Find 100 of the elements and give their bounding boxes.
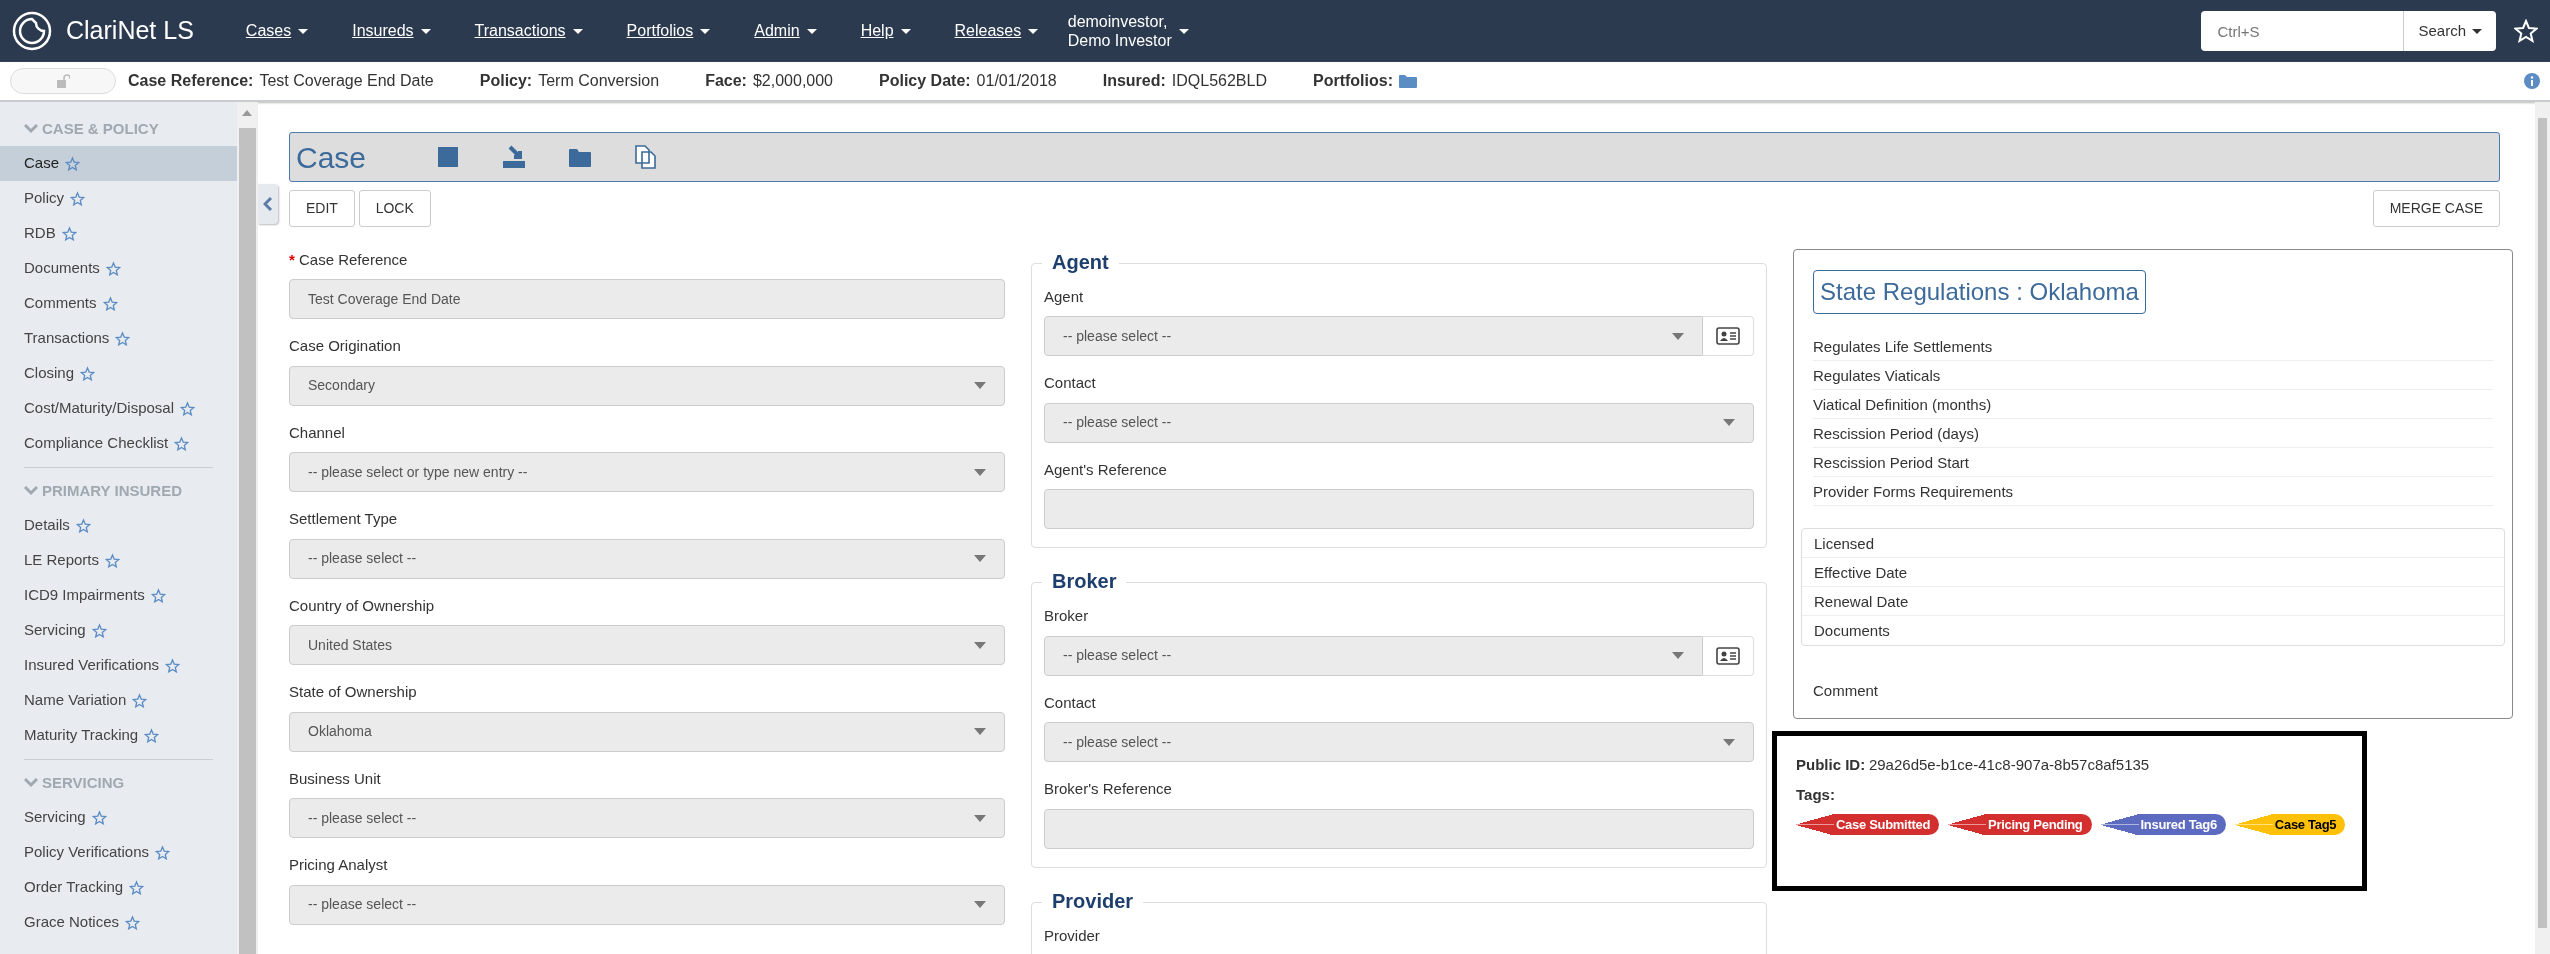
user-menu[interactable]: demoinvestor, Demo Investor — [1067, 11, 1190, 51]
field-label: Pricing Analyst — [289, 855, 389, 875]
star-icon[interactable] — [70, 191, 85, 206]
star-icon[interactable] — [180, 401, 196, 416]
regulation-label: Rescission Period (days) — [1813, 418, 2493, 448]
sidebar-item[interactable]: Transactions — [0, 321, 237, 356]
star-icon[interactable] — [102, 296, 118, 311]
select-field[interactable]: -- please select -- — [289, 798, 1005, 838]
sidebar-item[interactable]: ICD9 Impairments — [0, 578, 237, 613]
chevron-down-icon[interactable] — [24, 486, 38, 496]
star-icon[interactable] — [165, 658, 181, 673]
tag[interactable]: Insured Tag6 — [2100, 814, 2226, 835]
select-field[interactable]: Oklahoma — [289, 711, 1005, 752]
caret-icon — [572, 28, 583, 34]
collapse-sidebar-button[interactable] — [258, 184, 278, 224]
field-label: State of Ownership — [289, 682, 418, 702]
info-label: Face: — [705, 71, 747, 91]
scroll-up-icon[interactable] — [242, 110, 252, 116]
select-field[interactable]: -- please select -- — [1044, 316, 1704, 356]
select-field[interactable]: -- please select -- — [1044, 635, 1704, 676]
sidebar-item[interactable]: Policy — [0, 181, 237, 216]
menu-item[interactable]: Admin — [732, 19, 839, 43]
sidebar-item[interactable]: Closing — [0, 356, 237, 391]
sidebar-item[interactable]: Maturity Tracking — [0, 718, 237, 753]
sidebar-item[interactable]: Comments — [0, 286, 237, 321]
star-icon[interactable] — [132, 693, 148, 708]
star-icon[interactable] — [80, 366, 96, 381]
sidebar-item[interactable]: Case — [0, 146, 237, 181]
star-icon[interactable] — [150, 588, 166, 603]
select-field[interactable]: -- please select -- — [289, 884, 1005, 925]
folder-icon[interactable] — [1399, 74, 1417, 88]
dropdown-arrow-icon — [974, 901, 986, 908]
sidebar-item[interactable]: Details — [0, 508, 237, 543]
download-icon[interactable] — [502, 145, 526, 169]
star-icon[interactable] — [115, 331, 131, 346]
sidebar-item[interactable]: Servicing — [0, 613, 237, 648]
sidebar-item[interactable]: Compliance Checklist — [0, 426, 237, 461]
contact-card-icon[interactable] — [1716, 326, 1741, 346]
scrollbar[interactable] — [2535, 102, 2550, 954]
star-icon[interactable] — [61, 226, 77, 241]
star-icon[interactable] — [91, 810, 107, 825]
text-field[interactable] — [1044, 489, 1754, 529]
lookup-button[interactable] — [1703, 635, 1754, 676]
info-label: Insured: — [1102, 71, 1166, 91]
action-button[interactable]: EDIT — [289, 189, 355, 227]
menu-item[interactable]: Cases — [223, 19, 331, 43]
sidebar-item[interactable]: Order Tracking — [0, 870, 237, 905]
chevron-down-icon[interactable] — [24, 124, 38, 134]
sidebar-item[interactable]: LE Reports — [0, 543, 237, 578]
star-icon[interactable] — [105, 553, 121, 568]
sidebar-item[interactable]: Servicing — [0, 800, 237, 835]
tag[interactable]: Case Submitted — [1796, 814, 1940, 835]
unlock-icon[interactable] — [56, 74, 70, 88]
field-label: Case Origination — [289, 336, 402, 356]
menu-item[interactable]: Insureds — [330, 19, 453, 43]
select-field[interactable]: Secondary — [289, 365, 1005, 406]
action-button[interactable]: LOCK — [358, 189, 431, 227]
sidebar-item[interactable]: Insured Verifications — [0, 648, 237, 683]
menu-item[interactable]: Releases — [932, 19, 1061, 43]
select-field[interactable]: -- please select or type new entry -- — [289, 452, 1005, 492]
sidebar-item[interactable]: RDB — [0, 216, 237, 251]
merge-button[interactable]: MERGE CASE — [2372, 189, 2500, 227]
sidebar-item[interactable]: Name Variation — [0, 683, 237, 718]
star-icon[interactable] — [105, 261, 121, 276]
star-icon[interactable] — [129, 880, 145, 895]
menu-item[interactable]: Transactions — [452, 19, 605, 43]
star-icon[interactable] — [144, 728, 160, 743]
select-field[interactable]: -- please select -- — [289, 538, 1005, 579]
text-field[interactable]: Test Coverage End Date — [289, 279, 1005, 319]
chevron-down-icon[interactable] — [24, 778, 38, 788]
chevron-left-icon[interactable] — [263, 197, 273, 211]
square-icon[interactable] — [436, 145, 460, 169]
select-field[interactable]: -- please select -- — [1044, 722, 1754, 762]
star-icon[interactable] — [75, 518, 91, 533]
scrollbar[interactable] — [237, 102, 258, 954]
tag[interactable]: Case Tag5 — [2234, 814, 2346, 835]
sidebar-item[interactable]: Documents — [0, 251, 237, 286]
contact-card-icon[interactable] — [1716, 645, 1741, 666]
menu-item[interactable]: Portfolios — [604, 19, 733, 43]
select-field[interactable]: United States — [289, 625, 1005, 665]
star-icon[interactable] — [155, 845, 171, 860]
select-field[interactable]: -- please select -- — [1044, 402, 1754, 443]
tag[interactable]: Pricing Pending — [1948, 814, 2092, 835]
sidebar-item[interactable]: Policy Verifications — [0, 835, 237, 870]
info-icon[interactable] — [2524, 73, 2540, 89]
search-button[interactable]: Search — [2403, 11, 2496, 51]
lock-toggle[interactable] — [10, 68, 116, 94]
star-icon[interactable] — [65, 156, 81, 171]
lookup-button[interactable] — [1703, 316, 1754, 356]
menu-item[interactable]: Help — [838, 19, 933, 43]
sidebar-item[interactable]: Grace Notices — [0, 905, 237, 940]
star-icon[interactable] — [174, 436, 190, 451]
search-field[interactable]: Ctrl+S — [2201, 11, 2404, 51]
copy-icon[interactable] — [634, 145, 658, 169]
field-label: Agent — [1044, 286, 1085, 307]
sidebar-item[interactable]: Cost/Maturity/Disposal — [0, 391, 237, 426]
text-field[interactable] — [1044, 808, 1754, 849]
star-icon[interactable] — [125, 915, 141, 930]
star-icon[interactable] — [91, 623, 107, 638]
dropdown-arrow-icon — [974, 382, 986, 389]
